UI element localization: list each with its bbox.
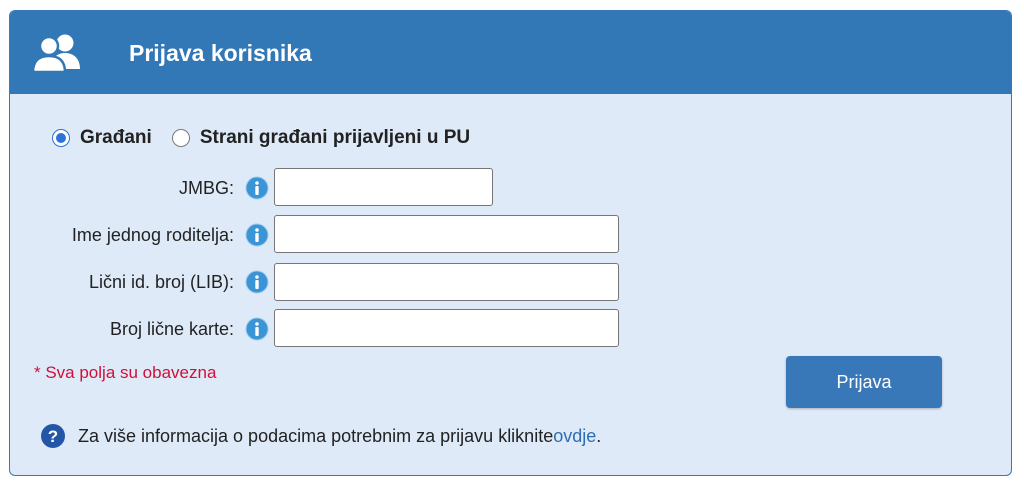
parent-name-input[interactable]	[274, 215, 619, 253]
help-text-body: Za više informacija o podacima potrebnim…	[78, 425, 554, 446]
svg-text:?: ?	[48, 427, 58, 446]
radio-citizens-label[interactable]: Građani	[80, 127, 152, 149]
lib-label: Lični id. broj (LIB):	[88, 272, 234, 292]
radio-foreign-citizens-label[interactable]: Strani građani prijavljeni u PU	[200, 127, 470, 149]
help-link[interactable]: ovdje	[553, 426, 596, 447]
info-icon[interactable]	[245, 176, 269, 200]
info-icon[interactable]	[245, 223, 269, 247]
radio-foreign-citizens[interactable]	[171, 129, 190, 147]
page-title: Prijava korisnika	[129, 40, 312, 66]
users-icon	[32, 34, 80, 73]
radio-citizens[interactable]	[52, 129, 70, 147]
id-card-label: Broj lične karte:	[109, 319, 234, 339]
id-card-input[interactable]	[274, 309, 619, 347]
info-icon[interactable]	[245, 270, 269, 294]
parent-name-label: Ime jednog roditelja:	[71, 225, 234, 245]
lib-input[interactable]	[274, 263, 619, 301]
help-text-suffix: .	[596, 425, 602, 446]
login-panel: Prijava korisnika Građani Strani građani…	[9, 10, 1012, 476]
help-text: ? Za više informacija o podacima potrebn…	[40, 423, 601, 449]
question-icon: ?	[41, 424, 65, 448]
jmbg-label: JMBG:	[178, 178, 234, 198]
panel-header: Prijava korisnika	[10, 11, 1011, 94]
login-button[interactable]: Prijava	[786, 356, 942, 408]
info-icon[interactable]	[245, 317, 269, 341]
user-type-radio-group: Građani Strani građani prijavljeni u PU	[52, 127, 490, 149]
jmbg-input[interactable]	[274, 168, 493, 206]
required-fields-note: * Sva polja su obavezna	[34, 363, 217, 382]
